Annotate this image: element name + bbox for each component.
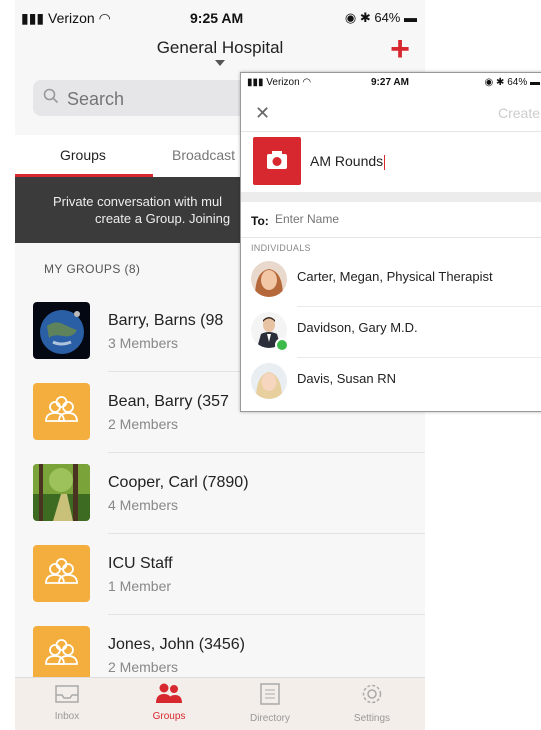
close-icon[interactable]: ✕ — [255, 103, 270, 124]
page-title[interactable]: General Hospital — [15, 38, 425, 58]
create-button[interactable]: Create — [498, 105, 540, 121]
bottom-tab-bar: Inbox Groups Directory Settings — [15, 677, 425, 730]
group-icon — [33, 545, 90, 602]
search-icon — [43, 88, 59, 104]
group-members: 4 Members — [108, 497, 179, 513]
group-name-field[interactable]: AM Rounds — [310, 153, 386, 170]
contact-name: Davis, Susan RN — [297, 371, 396, 386]
contact-name: Carter, Megan, Physical Therapist — [297, 269, 493, 284]
text-caret — [384, 154, 386, 170]
group-name: Barry, Barns (98 — [108, 312, 224, 329]
tab-settings-label: Settings — [353, 713, 391, 724]
row-divider — [108, 533, 425, 534]
carrier-label: ▮▮▮ Verizon ◠ — [21, 10, 111, 26]
contact-name: Davidson, Gary M.D. — [297, 320, 418, 335]
contact-row[interactable]: Davidson, Gary M.D. — [241, 308, 541, 358]
create-group-panel: ▮▮▮ Verizon ◠ 9:27 AM ◉ ✱ 64% ▬ ✕ Create… — [240, 72, 541, 412]
divider — [241, 131, 541, 132]
divider — [241, 237, 541, 238]
row-divider — [108, 452, 425, 453]
tab-groups-nav[interactable]: Groups — [129, 682, 209, 722]
group-name: Cooper, Carl (7890) — [108, 474, 249, 491]
individuals-header: INDIVIDUALS — [251, 243, 311, 253]
tab-broadcast[interactable]: Broadcast — [172, 147, 235, 163]
group-members: 2 Members — [108, 416, 179, 432]
contact-row[interactable]: Carter, Megan, Physical Therapist — [241, 257, 541, 307]
chevron-down-icon[interactable] — [215, 60, 225, 66]
nav-bar: General Hospital + — [15, 32, 425, 72]
group-members: 1 Member — [108, 578, 172, 594]
row-divider — [297, 357, 541, 358]
contact-row[interactable]: Davis, Susan RN — [241, 359, 541, 409]
status-bar: ▮▮▮ Verizon ◠ 9:25 AM ◉ ✱ 64% ▬ — [15, 0, 425, 38]
overlay-time: 9:27 AM — [371, 77, 409, 88]
plus-icon[interactable]: + — [390, 32, 410, 66]
group-members: 3 Members — [108, 335, 179, 351]
tab-inbox[interactable]: Inbox — [27, 682, 107, 722]
banner-line-1: Private conversation with mul — [53, 194, 223, 209]
tab-groups-label: Groups — [152, 711, 186, 722]
row-divider — [297, 306, 541, 307]
group-name: Jones, John (3456) — [108, 636, 245, 653]
groups-icon — [156, 683, 182, 703]
banner-line-2: create a Group. Joining — [95, 211, 231, 226]
online-status-dot — [275, 338, 289, 352]
group-name: ICU Staff — [108, 555, 173, 572]
forest-image — [33, 464, 90, 521]
gear-icon — [362, 684, 382, 704]
tab-settings[interactable]: Settings — [332, 682, 412, 724]
tab-groups[interactable]: Groups — [60, 147, 106, 163]
group-icon — [33, 383, 90, 440]
inbox-icon — [55, 685, 79, 703]
group-members: 2 Members — [108, 659, 179, 675]
recipient-input[interactable] — [273, 211, 497, 227]
group-name: Bean, Barry (357 — [108, 393, 229, 410]
section-spacer — [241, 192, 541, 202]
overlay-carrier: ▮▮▮ Verizon ◠ — [247, 77, 312, 88]
list-item[interactable]: ICU Staff 1 Member — [15, 539, 425, 619]
earth-image — [33, 302, 90, 359]
status-time: 9:25 AM — [190, 10, 244, 26]
overlay-status-bar: ▮▮▮ Verizon ◠ 9:27 AM ◉ ✱ 64% ▬ — [241, 73, 541, 91]
battery-status: ◉ ✱ 64% ▬ — [344, 10, 417, 25]
to-label: To: — [251, 214, 269, 228]
avatar — [251, 363, 287, 399]
tab-directory[interactable]: Directory — [230, 682, 310, 724]
list-item[interactable]: Cooper, Carl (7890) 4 Members — [15, 458, 425, 538]
group-icon — [33, 626, 90, 683]
overlay-battery: ◉ ✱ 64% ▬ — [484, 77, 540, 88]
tab-directory-label: Directory — [249, 713, 290, 724]
camera-icon[interactable] — [253, 137, 301, 185]
directory-icon — [260, 683, 280, 705]
avatar — [251, 261, 287, 297]
row-divider — [108, 614, 425, 615]
tab-inbox-label: Inbox — [54, 711, 80, 722]
section-title: MY GROUPS (8) — [44, 262, 141, 276]
